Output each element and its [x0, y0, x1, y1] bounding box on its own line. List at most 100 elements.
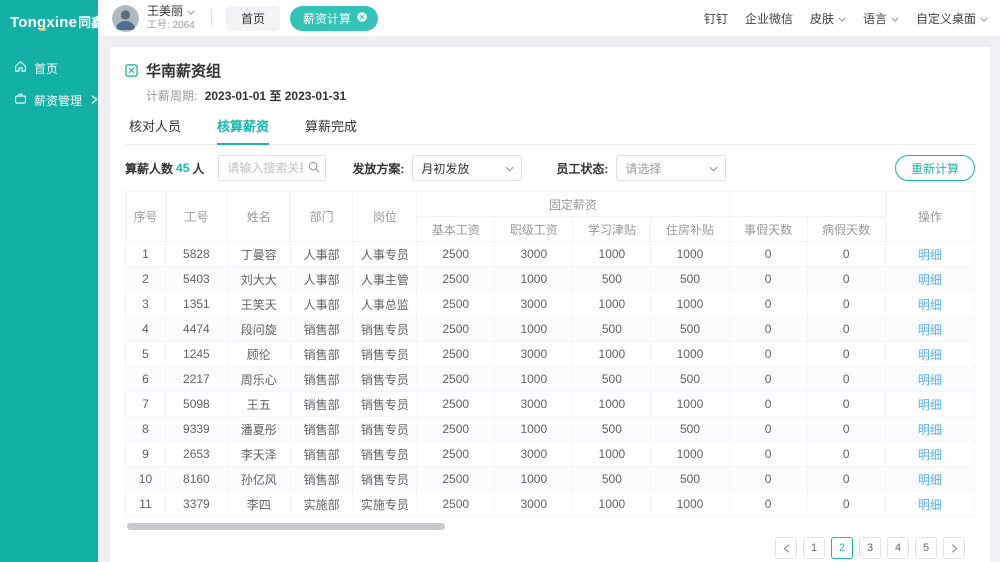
cell-grade-salary: 1000	[495, 467, 573, 492]
cell-actions: 明细	[885, 442, 974, 467]
cell-employee-no: 1351	[165, 292, 227, 317]
close-circle-icon[interactable]	[356, 11, 368, 26]
table-row: 51245顾伦销售部销售专员250030001000100000明细	[126, 342, 975, 367]
menu-skin[interactable]: 皮肤	[810, 10, 846, 27]
cell-housing-allowance: 1000	[651, 392, 729, 417]
tab-label: 薪资计算	[303, 10, 351, 27]
salary-group-icon[interactable]	[125, 64, 138, 77]
cell-sick-leave-days: 0	[807, 467, 885, 492]
cell-personal-leave-days: 0	[729, 242, 807, 267]
cell-department: 实施部	[290, 492, 353, 517]
col-employee-no: 工号	[165, 192, 227, 242]
cell-housing-allowance: 1000	[651, 292, 729, 317]
cell-base-salary: 2500	[417, 242, 495, 267]
detail-link[interactable]: 明细	[918, 273, 942, 287]
detail-link[interactable]: 明细	[918, 423, 942, 437]
cell-base-salary: 2500	[417, 367, 495, 392]
tab-calc-salary[interactable]: 核算薪资	[217, 116, 269, 144]
table-row: 25403刘大大人事部人事主管2500100050050000明细	[126, 267, 975, 292]
cell-department: 销售部	[290, 342, 353, 367]
cell-study-allowance: 500	[573, 267, 651, 292]
page-button-3[interactable]: 3	[859, 537, 881, 559]
cell-grade-salary: 1000	[495, 317, 573, 342]
cell-base-salary: 2500	[417, 317, 495, 342]
detail-link[interactable]: 明细	[918, 248, 942, 262]
col-department: 部门	[290, 192, 353, 242]
cell-base-salary: 2500	[417, 267, 495, 292]
cell-personal-leave-days: 0	[729, 417, 807, 442]
cell-sick-leave-days: 0	[807, 317, 885, 342]
cell-study-allowance: 1000	[573, 492, 651, 517]
detail-link[interactable]: 明细	[918, 298, 942, 312]
cell-housing-allowance: 500	[651, 267, 729, 292]
cell-employee-no: 2217	[165, 367, 227, 392]
cell-actions: 明细	[885, 367, 974, 392]
menu-wecom[interactable]: 企业微信	[745, 10, 793, 27]
cell-employee-no: 5403	[165, 267, 227, 292]
cell-study-allowance: 500	[573, 417, 651, 442]
status-select[interactable]: 请选择	[616, 155, 726, 181]
menu-language[interactable]: 语言	[863, 10, 899, 27]
sidebar-item-payroll[interactable]: 薪资管理	[0, 85, 98, 115]
chevron-down-icon	[891, 11, 899, 25]
headcount-prefix: 算薪人数	[125, 160, 173, 177]
detail-link[interactable]: 明细	[918, 373, 942, 387]
cell-personal-leave-days: 0	[729, 267, 807, 292]
brand-logo[interactable]: Tongxine同鑫	[0, 0, 98, 31]
cell-name: 丁曼容	[227, 242, 290, 267]
cell-department: 人事部	[290, 267, 353, 292]
cell-actions: 明细	[885, 317, 974, 342]
detail-link[interactable]: 明细	[918, 323, 942, 337]
avatar[interactable]	[112, 5, 139, 32]
employee-number: 工号: 2064	[147, 20, 195, 31]
chevron-down-icon	[709, 161, 718, 175]
col-actions: 操作	[885, 192, 974, 242]
cell-position: 人事专员	[353, 242, 417, 267]
prev-page-button[interactable]	[775, 537, 797, 559]
detail-link[interactable]: 明细	[918, 448, 942, 462]
recalculate-button[interactable]: 重新计算	[895, 155, 975, 181]
cell-sick-leave-days: 0	[807, 492, 885, 517]
cell-position: 销售专员	[353, 442, 417, 467]
chevron-down-icon	[838, 11, 846, 25]
page-button-2-current[interactable]: 2	[831, 537, 853, 559]
detail-link[interactable]: 明细	[918, 473, 942, 487]
col-housing-allowance: 住房补贴	[651, 217, 729, 242]
page-button-1[interactable]: 1	[803, 537, 825, 559]
cell-base-salary: 2500	[417, 342, 495, 367]
sidebar-item-home[interactable]: 首页	[0, 53, 98, 83]
topbar-tab-payroll-calc[interactable]: 薪资计算	[290, 6, 378, 31]
detail-link[interactable]: 明细	[918, 348, 942, 362]
cell-position: 销售专员	[353, 417, 417, 442]
menu-dingtalk[interactable]: 钉钉	[704, 10, 728, 27]
col-sick-leave-days: 病假天数	[807, 217, 885, 242]
pagination: 1 2 3 4 5	[125, 537, 975, 559]
page-button-4[interactable]: 4	[887, 537, 909, 559]
pay-period-value: 2023-01-01 至 2023-01-31	[205, 89, 346, 103]
tab-verify-staff[interactable]: 核对人员	[129, 116, 181, 144]
page-button-5[interactable]: 5	[915, 537, 937, 559]
logo-smile-accent	[38, 26, 47, 31]
cell-base-salary: 2500	[417, 492, 495, 517]
detail-link[interactable]: 明细	[918, 398, 942, 412]
next-page-button[interactable]	[943, 537, 965, 559]
sidebar-menu: 首页 薪资管理	[0, 53, 98, 115]
user-menu[interactable]: 王美丽	[147, 5, 195, 18]
plan-select[interactable]: 月初发放	[412, 155, 522, 181]
tab-calc-done[interactable]: 算薪完成	[305, 116, 357, 144]
topbar-tab-home[interactable]: 首页	[226, 6, 280, 31]
cell-name: 段问旋	[227, 317, 290, 342]
search-icon[interactable]	[308, 161, 320, 176]
menu-custom-desktop[interactable]: 自定义桌面	[916, 10, 988, 27]
cell-actions: 明细	[885, 467, 974, 492]
cell-employee-no: 2653	[165, 442, 227, 467]
cell-name: 王五	[227, 392, 290, 417]
scrollbar-thumb[interactable]	[127, 523, 445, 530]
cell-position: 销售专员	[353, 467, 417, 492]
cell-sick-leave-days: 0	[807, 267, 885, 292]
pay-period-label: 计薪周期:	[146, 89, 197, 103]
cell-department: 销售部	[290, 467, 353, 492]
cell-department: 人事部	[290, 292, 353, 317]
cell-grade-salary: 1000	[495, 367, 573, 392]
detail-link[interactable]: 明细	[918, 498, 942, 512]
